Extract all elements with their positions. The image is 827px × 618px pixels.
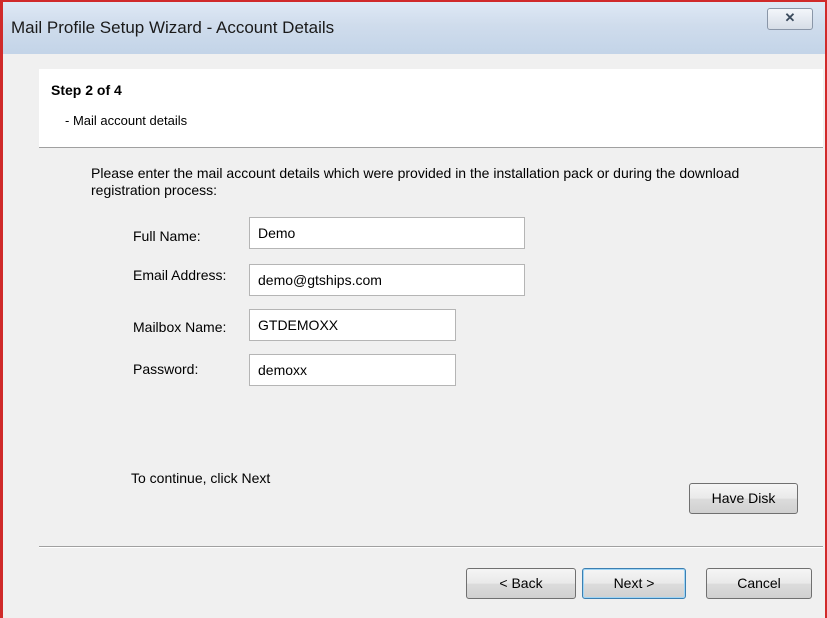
password-field[interactable]: [249, 354, 456, 386]
title-bar: Mail Profile Setup Wizard - Account Deta…: [3, 2, 825, 54]
continue-hint: To continue, click Next: [131, 470, 271, 486]
instructions-text: Please enter the mail account details wh…: [91, 165, 740, 198]
footer-divider: [39, 546, 823, 548]
mailbox-name-label: Mailbox Name:: [133, 319, 227, 335]
wizard-window: Mail Profile Setup Wizard - Account Deta…: [0, 0, 827, 618]
have-disk-button[interactable]: Have Disk: [689, 483, 798, 514]
mailbox-name-field[interactable]: [249, 309, 456, 341]
full-name-label: Full Name:: [133, 228, 201, 244]
step-subtitle: - Mail account details: [65, 113, 188, 128]
email-address-field[interactable]: [249, 264, 525, 296]
step-title: Step 2 of 4: [51, 82, 122, 98]
close-icon: ✕: [784, 10, 796, 25]
password-label: Password:: [133, 361, 199, 377]
next-button[interactable]: Next >: [582, 568, 686, 599]
full-name-field[interactable]: [249, 217, 525, 249]
step-header: Step 2 of 4 - Mail account details: [39, 69, 823, 148]
window-title: Mail Profile Setup Wizard - Account Deta…: [11, 18, 335, 37]
close-button[interactable]: ✕: [767, 8, 813, 30]
cancel-button[interactable]: Cancel: [706, 568, 812, 599]
email-address-label: Email Address:: [133, 267, 227, 283]
back-button[interactable]: < Back: [466, 568, 576, 599]
